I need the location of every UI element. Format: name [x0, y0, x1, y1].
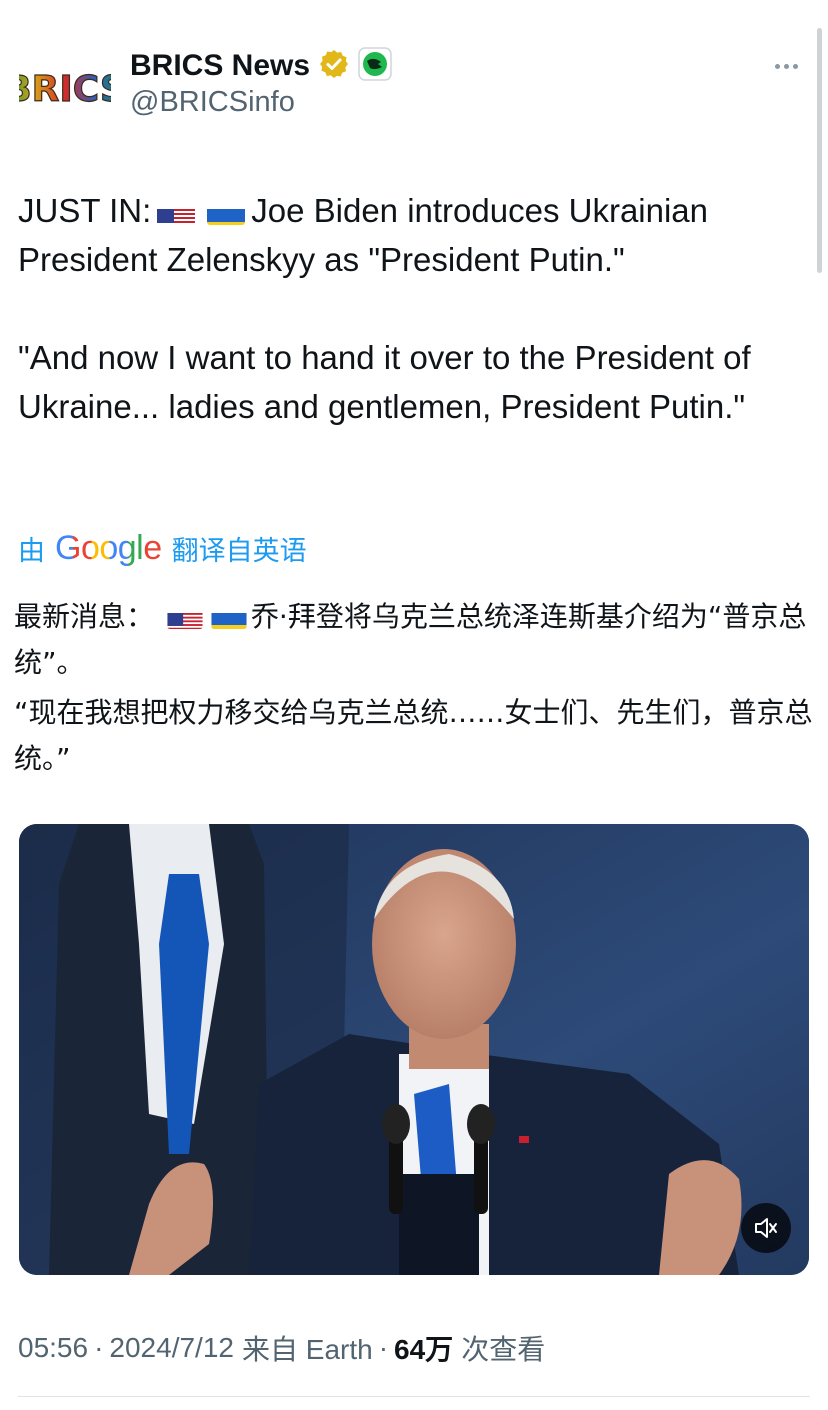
translated-text: 最新消息： 乔·拜登将乌克兰总统泽连斯基介绍为“普京总统”。 “现在我想把权力移…: [14, 594, 814, 782]
name-row: BRICS News: [130, 44, 392, 88]
translated-paragraph-1: 最新消息： 乔·拜登将乌克兰总统泽连斯基介绍为“普京总统”。: [14, 594, 814, 686]
affiliate-badge-icon[interactable]: [358, 47, 392, 85]
translation-attribution[interactable]: 由 Google 翻译自英语: [18, 526, 307, 570]
display-name[interactable]: BRICS News: [130, 49, 310, 83]
google-logo: Google: [55, 529, 162, 568]
views-label: 次查看: [461, 1334, 546, 1365]
ukraine-flag-icon: [207, 199, 246, 225]
tweet-paragraph-2: "And now I want to hand it over to the P…: [18, 339, 751, 425]
mute-toggle-button[interactable]: [741, 1203, 791, 1253]
more-options-button[interactable]: [768, 56, 804, 76]
translation-prefix: 由: [18, 535, 45, 567]
divider: [18, 1396, 810, 1397]
us-flag-icon: [167, 605, 203, 629]
tweet-text: JUST IN: Joe Biden introduces Ukrainian …: [18, 186, 808, 431]
avatar-logo-text: BRICS: [19, 69, 111, 109]
tweet-source: 来自 Earth: [241, 1334, 373, 1365]
tweet-meta: 05:56 · 2024/7/12 来自 Earth · 64万 次查看: [18, 1328, 545, 1368]
translated-paragraph-2: “现在我想把权力移交给乌克兰总统……女士们、先生们，普京总统。”: [14, 696, 813, 775]
verified-badge-icon[interactable]: [318, 48, 350, 84]
dot-icon: [774, 63, 780, 69]
avatar[interactable]: BRICS: [18, 58, 112, 116]
dot-icon: [783, 63, 789, 69]
video-player[interactable]: [19, 824, 809, 1275]
tweet-paragraph-1: JUST IN: Joe Biden introduces Ukrainian …: [18, 186, 808, 284]
views-count[interactable]: 64万: [394, 1328, 453, 1368]
video-frame: [19, 824, 809, 1275]
handle[interactable]: @BRICSinfo: [130, 86, 295, 119]
brics-logo: BRICS: [19, 68, 111, 109]
google-logo-text: Google: [55, 528, 162, 567]
us-flag-icon: [157, 199, 196, 225]
tweet-time[interactable]: 05:56: [18, 1332, 88, 1364]
meta-separator: ·: [94, 1332, 104, 1363]
tweet-date[interactable]: 2024/7/12: [109, 1332, 234, 1364]
tweet-header: BRICS BRICS News @BRICSinfo: [18, 40, 814, 130]
meta-separator: ·: [378, 1332, 389, 1363]
dot-icon: [792, 63, 798, 69]
ukraine-flag-icon: [211, 605, 247, 629]
translation-suffix: 翻译自英语: [171, 535, 307, 567]
translated-prefix: 最新消息：: [14, 600, 155, 633]
scrollbar[interactable]: [817, 28, 822, 273]
speaker-muted-icon: [755, 1218, 777, 1238]
tweet-prefix: JUST IN:: [18, 192, 152, 229]
